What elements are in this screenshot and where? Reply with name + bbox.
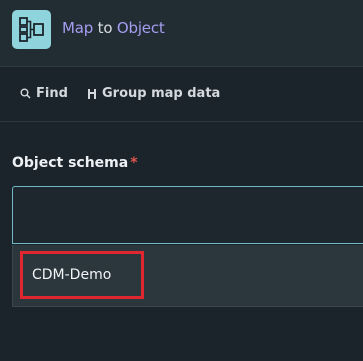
- object-schema-input[interactable]: [12, 186, 363, 244]
- option-label: CDM-Demo: [32, 267, 112, 283]
- page-title: Map to Object: [62, 19, 165, 37]
- group-icon: [87, 88, 97, 100]
- title-to: to: [97, 19, 113, 37]
- title-object: Object: [116, 19, 165, 37]
- option-cdm-demo[interactable]: CDM-Demo: [20, 251, 144, 299]
- group-label: Group map data: [102, 86, 221, 101]
- object-schema-label-text: Object schema: [12, 155, 129, 171]
- required-asterisk: *: [130, 155, 138, 171]
- find-label: Find: [36, 86, 68, 101]
- schema-dropdown-list: CDM-Demo: [12, 245, 363, 307]
- find-button[interactable]: Find: [20, 86, 68, 101]
- search-icon: [20, 88, 31, 99]
- toolbar: Find Group map data: [0, 67, 363, 122]
- title-map: Map: [62, 19, 94, 37]
- group-map-data-button[interactable]: Group map data: [87, 86, 220, 101]
- panel-header: Map to Object: [0, 0, 363, 67]
- object-schema-label: Object schema *: [12, 155, 138, 171]
- workflow-tree-icon: [12, 10, 51, 49]
